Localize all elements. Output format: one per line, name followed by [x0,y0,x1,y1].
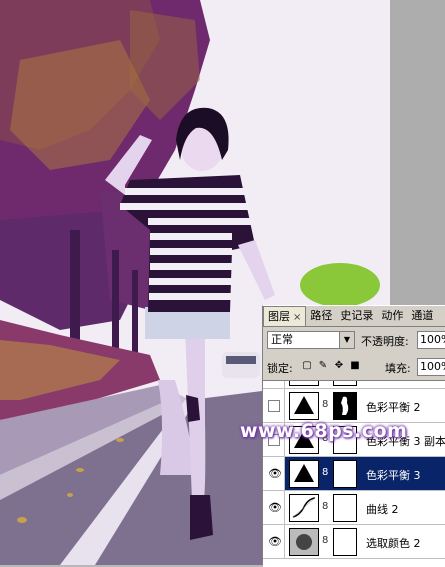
move-icon[interactable]: ✥ [333,360,345,372]
layer-row-selective-color-2[interactable]: 👁 8 选取颜色 2 [263,525,445,559]
layer-name: 选取颜色 2 [366,537,421,550]
layer-row-curves-2[interactable]: 👁 8 曲线 2 [263,491,445,525]
layer-mask-thumbnail [333,494,357,522]
layer-row-color-balance-2[interactable]: 8 色彩平衡 2 [263,389,445,423]
tab-layers-label: 图层 [268,310,290,323]
layer-mask-thumbnail [333,381,357,386]
lock-transparent-icon[interactable]: ▢ [301,360,313,372]
brush-icon[interactable]: ✎ [317,360,329,372]
close-icon[interactable]: × [293,312,301,323]
lock-label: 锁定: [267,362,293,375]
lock-row: 锁定: ▢ ✎ ✥ ■ 填充: 100% [267,358,445,376]
link-chain-icon: 8 [322,399,329,410]
blend-row: 正常 ▼ 不透明度: 100% [267,331,445,351]
visibility-toggle[interactable]: 👁 [263,491,285,524]
visibility-toggle[interactable]: 👁 [263,457,285,490]
layer-mask-thumbnail [333,460,357,488]
tab-actions[interactable]: 动作 [377,306,407,325]
tab-paths[interactable]: 路径 [306,306,336,325]
tab-layers[interactable]: 图层 × [263,306,307,326]
panel-tabs: 图层 × 路径 史记录 动作 通道 [263,306,445,327]
tab-channels[interactable]: 通道 [407,306,437,325]
eye-icon[interactable]: 👁 [268,502,282,513]
fill-input[interactable]: 100% [417,358,445,376]
layer-row-partial[interactable] [263,381,445,389]
link-chain-icon: 8 [322,535,329,546]
adjustment-thumbnail-icon [289,460,319,488]
blend-mode-select[interactable]: 正常 ▼ [267,331,355,349]
selective-color-thumbnail-icon [289,528,319,556]
adjustment-thumbnail-icon [289,392,319,420]
layer-name: 色彩平衡 3 [366,469,421,482]
opacity-label: 不透明度: [361,335,409,348]
eye-icon[interactable]: 👁 [268,468,282,479]
lock-icon[interactable]: ■ [349,360,361,372]
link-chain-icon: 8 [322,501,329,512]
visibility-box[interactable] [268,400,280,412]
layer-name: 曲线 2 [366,503,399,516]
layer-mask-thumbnail [333,392,357,420]
watermark-text: www.68ps.com [240,420,408,442]
layer-mask-thumbnail [333,528,357,556]
fill-label: 填充: [385,362,411,375]
tab-history[interactable]: 史记录 [336,306,377,325]
opacity-input[interactable]: 100% [417,331,445,349]
chevron-down-icon[interactable]: ▼ [339,332,354,348]
eye-icon[interactable]: 👁 [268,536,282,547]
curves-thumbnail-icon [289,494,319,522]
link-chain-icon: 8 [322,467,329,478]
layer-row-color-balance-3[interactable]: 👁 8 色彩平衡 3 [263,457,445,491]
blend-mode-value: 正常 [271,333,293,346]
layers-list: 8 色彩平衡 2 8 色彩平衡 3 副本 👁 8 色彩平衡 3 👁 8 曲线 2… [263,380,445,567]
layer-thumbnail [289,381,319,386]
visibility-toggle[interactable] [263,381,285,388]
layer-name: 色彩平衡 2 [366,401,421,414]
visibility-toggle[interactable]: 👁 [263,525,285,558]
visibility-toggle[interactable] [263,389,285,422]
